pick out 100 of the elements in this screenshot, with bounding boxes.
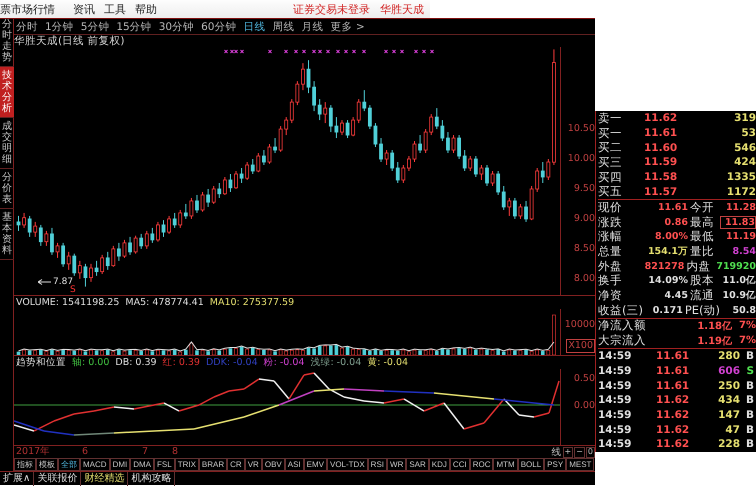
- indicator-tab[interactable]: DMI: [110, 458, 130, 471]
- indicator-tab[interactable]: VOL-TDX: [327, 458, 368, 471]
- quote-value: 11.61: [656, 202, 688, 213]
- zoom-button[interactable]: 0: [586, 446, 595, 458]
- axis-tick: 0.50: [574, 373, 595, 385]
- indicator-tab[interactable]: FSL: [154, 458, 175, 471]
- trade-volume: 47: [724, 424, 740, 436]
- candlestick: [434, 108, 439, 130]
- candlestick: [206, 188, 210, 208]
- side-tab[interactable]: 技术分析: [0, 67, 14, 118]
- indicator-tab[interactable]: 全部: [58, 458, 80, 471]
- price-value: 11.61: [643, 127, 678, 140]
- side-tab[interactable]: 基本资料: [0, 209, 14, 260]
- indicator-tab[interactable]: CR: [227, 458, 245, 471]
- candlestick: [490, 170, 494, 186]
- candlestick: [284, 116, 288, 136]
- menu-item[interactable]: 帮助: [135, 2, 157, 16]
- menu-item[interactable]: 工具: [104, 2, 126, 16]
- signal-label: S: [70, 285, 76, 295]
- period-tab[interactable]: 30分钟: [158, 20, 194, 34]
- bottom-tab[interactable]: 机构攻略: [128, 472, 176, 486]
- indicator-tab[interactable]: OBV: [262, 458, 285, 471]
- indicator-tab[interactable]: 模板: [36, 458, 58, 471]
- candlestick: [346, 120, 350, 139]
- trade-time: 14:59: [598, 365, 632, 378]
- candlestick: [128, 236, 132, 256]
- indicator-tab[interactable]: VR: [244, 458, 262, 471]
- candlestick: [250, 158, 255, 174]
- indicator-tab[interactable]: WR: [387, 458, 406, 471]
- candlestick: [268, 144, 272, 164]
- indicator-tab[interactable]: RSI: [368, 458, 388, 471]
- indicator-tab[interactable]: BOLL: [518, 458, 544, 471]
- status-text: 华胜天成: [380, 2, 424, 16]
- trade-time: 14:59: [598, 394, 632, 406]
- candlestick: [340, 120, 344, 136]
- volume-value: 546: [733, 142, 756, 154]
- bottom-tab[interactable]: 扩展∧: [0, 472, 34, 486]
- period-tab[interactable]: 60分钟: [201, 20, 236, 34]
- indicator-tab[interactable]: SAR: [406, 458, 429, 471]
- period-tab[interactable]: 5分钟: [80, 20, 110, 34]
- period-tab[interactable]: 1分钟: [45, 20, 74, 34]
- trade-price: 11.61: [655, 380, 690, 392]
- axis-tick: 0.00: [574, 400, 595, 412]
- side-tab[interactable]: 分价表: [0, 169, 14, 209]
- volume-value: 319: [733, 112, 756, 124]
- candlestick: [189, 197, 194, 220]
- candlestick: [22, 212, 26, 228]
- flow-percent: 7%: [738, 335, 756, 346]
- chart-title: 华胜天成(日线 前复权): [14, 35, 125, 47]
- axis-tick: 10000: [564, 319, 595, 331]
- side-tab[interactable]: 成交明细: [0, 118, 14, 169]
- candlestick: [44, 230, 48, 246]
- indicator-tab[interactable]: PSY: [544, 458, 566, 471]
- candlestick: [540, 162, 545, 184]
- indicator-tab[interactable]: CCI: [450, 458, 470, 471]
- candlestick: [462, 150, 467, 172]
- period-tab[interactable]: 更多 >: [330, 20, 365, 34]
- indicator-tab[interactable]: ROC: [470, 458, 494, 471]
- quote-value: 50.8: [732, 304, 756, 316]
- indicator-reading: DDK: -0.04: [206, 356, 258, 369]
- candlestick: [273, 138, 277, 154]
- candlestick: [323, 102, 328, 124]
- zoom-button[interactable]: +: [562, 446, 574, 458]
- period-tab[interactable]: 15分钟: [116, 20, 152, 34]
- candlestick: [200, 191, 204, 212]
- trade-side: B: [744, 409, 755, 422]
- zoom-button[interactable]: −: [574, 446, 585, 458]
- quote-label: 流通: [690, 288, 715, 304]
- menu-item[interactable]: 资讯: [73, 2, 95, 16]
- menu-item[interactable]: 票市场行情: [0, 2, 55, 16]
- candlestick: [139, 233, 144, 250]
- indicator-tab[interactable]: MACD: [80, 458, 110, 471]
- candlestick: [184, 203, 188, 220]
- period-tab[interactable]: 分时: [16, 20, 38, 34]
- indicator-tab[interactable]: MTM: [493, 458, 518, 471]
- period-tab[interactable]: 日线: [244, 20, 266, 34]
- candlestick: [356, 98, 361, 124]
- indicator-tab[interactable]: 指标: [14, 458, 36, 471]
- candlestick: [424, 128, 428, 154]
- indicator-tab[interactable]: MEST: [566, 458, 594, 471]
- period-tab[interactable]: 月线: [302, 20, 324, 34]
- indicator-tab[interactable]: BRAR: [198, 458, 228, 471]
- bottom-tab[interactable]: 财经精选: [81, 472, 128, 486]
- candlestick: [228, 173, 232, 192]
- quote-label: 外盘: [598, 258, 623, 274]
- indicator-tab[interactable]: TRIX: [174, 458, 199, 471]
- date-label: 2017年: [16, 446, 50, 458]
- indicator-tab[interactable]: DMA: [130, 458, 154, 471]
- bottom-tab[interactable]: 关联报价: [34, 472, 82, 486]
- indicator-tab[interactable]: ASI: [284, 458, 304, 471]
- quote-label: PE(动): [684, 302, 720, 318]
- candlestick: [245, 162, 250, 180]
- quote-value: 719920: [716, 260, 756, 272]
- indicator-tab[interactable]: EMV: [304, 458, 327, 471]
- trade-volume: 250: [717, 380, 740, 392]
- indicator-tab[interactable]: KDJ: [428, 458, 450, 471]
- candlestick: [78, 260, 82, 280]
- axis-tick: 10.50: [568, 123, 595, 136]
- period-tab[interactable]: 周线: [272, 20, 294, 34]
- trade-side: B: [744, 394, 755, 406]
